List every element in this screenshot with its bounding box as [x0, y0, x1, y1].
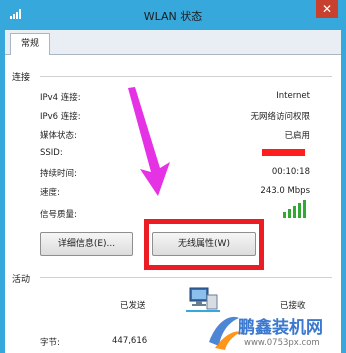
tab-bar — [5, 30, 341, 54]
connection-section-title: 连接 — [12, 73, 31, 83]
media-state-value: 已启用 — [284, 131, 310, 141]
media-state-label: 媒体状态: — [40, 131, 77, 141]
watermark-url: www.0753px.com — [244, 338, 320, 348]
annotation-highlight-box — [144, 219, 264, 270]
signal-strength-icon — [283, 200, 307, 218]
details-button[interactable]: 详细信息(E)... — [40, 232, 133, 256]
signal-quality-label: 信号质量: — [40, 210, 77, 220]
ipv4-label: IPv4 连接: — [40, 93, 81, 103]
ipv4-value: Internet — [276, 91, 310, 101]
tab-general[interactable]: 常规 — [10, 33, 50, 55]
speed-value: 243.0 Mbps — [260, 186, 310, 196]
annotation-arrow — [128, 87, 170, 196]
duration-value: 00:10:18 — [271, 167, 310, 177]
speed-label: 速度: — [40, 188, 60, 198]
ssid-redaction — [262, 149, 305, 156]
connection-divider — [40, 76, 332, 77]
activity-section-title: 活动 — [12, 275, 31, 285]
activity-divider — [40, 277, 332, 278]
bytes-sent-value: 447,616 — [112, 336, 148, 346]
ipv6-label: IPv6 连接: — [40, 112, 81, 122]
window-title: WLAN 状态 — [143, 10, 203, 23]
sent-label: 已发送 — [120, 301, 146, 311]
ipv6-value: 无网络访问权限 — [250, 112, 310, 122]
bytes-label: 字节: — [40, 338, 60, 348]
duration-label: 持续时间: — [40, 169, 77, 179]
received-label: 已接收 — [280, 301, 306, 311]
watermark-site-name: 鹏鑫装机网 — [238, 318, 323, 338]
ssid-label: SSID: — [40, 148, 63, 158]
close-button[interactable]: ✕ — [316, 0, 338, 18]
